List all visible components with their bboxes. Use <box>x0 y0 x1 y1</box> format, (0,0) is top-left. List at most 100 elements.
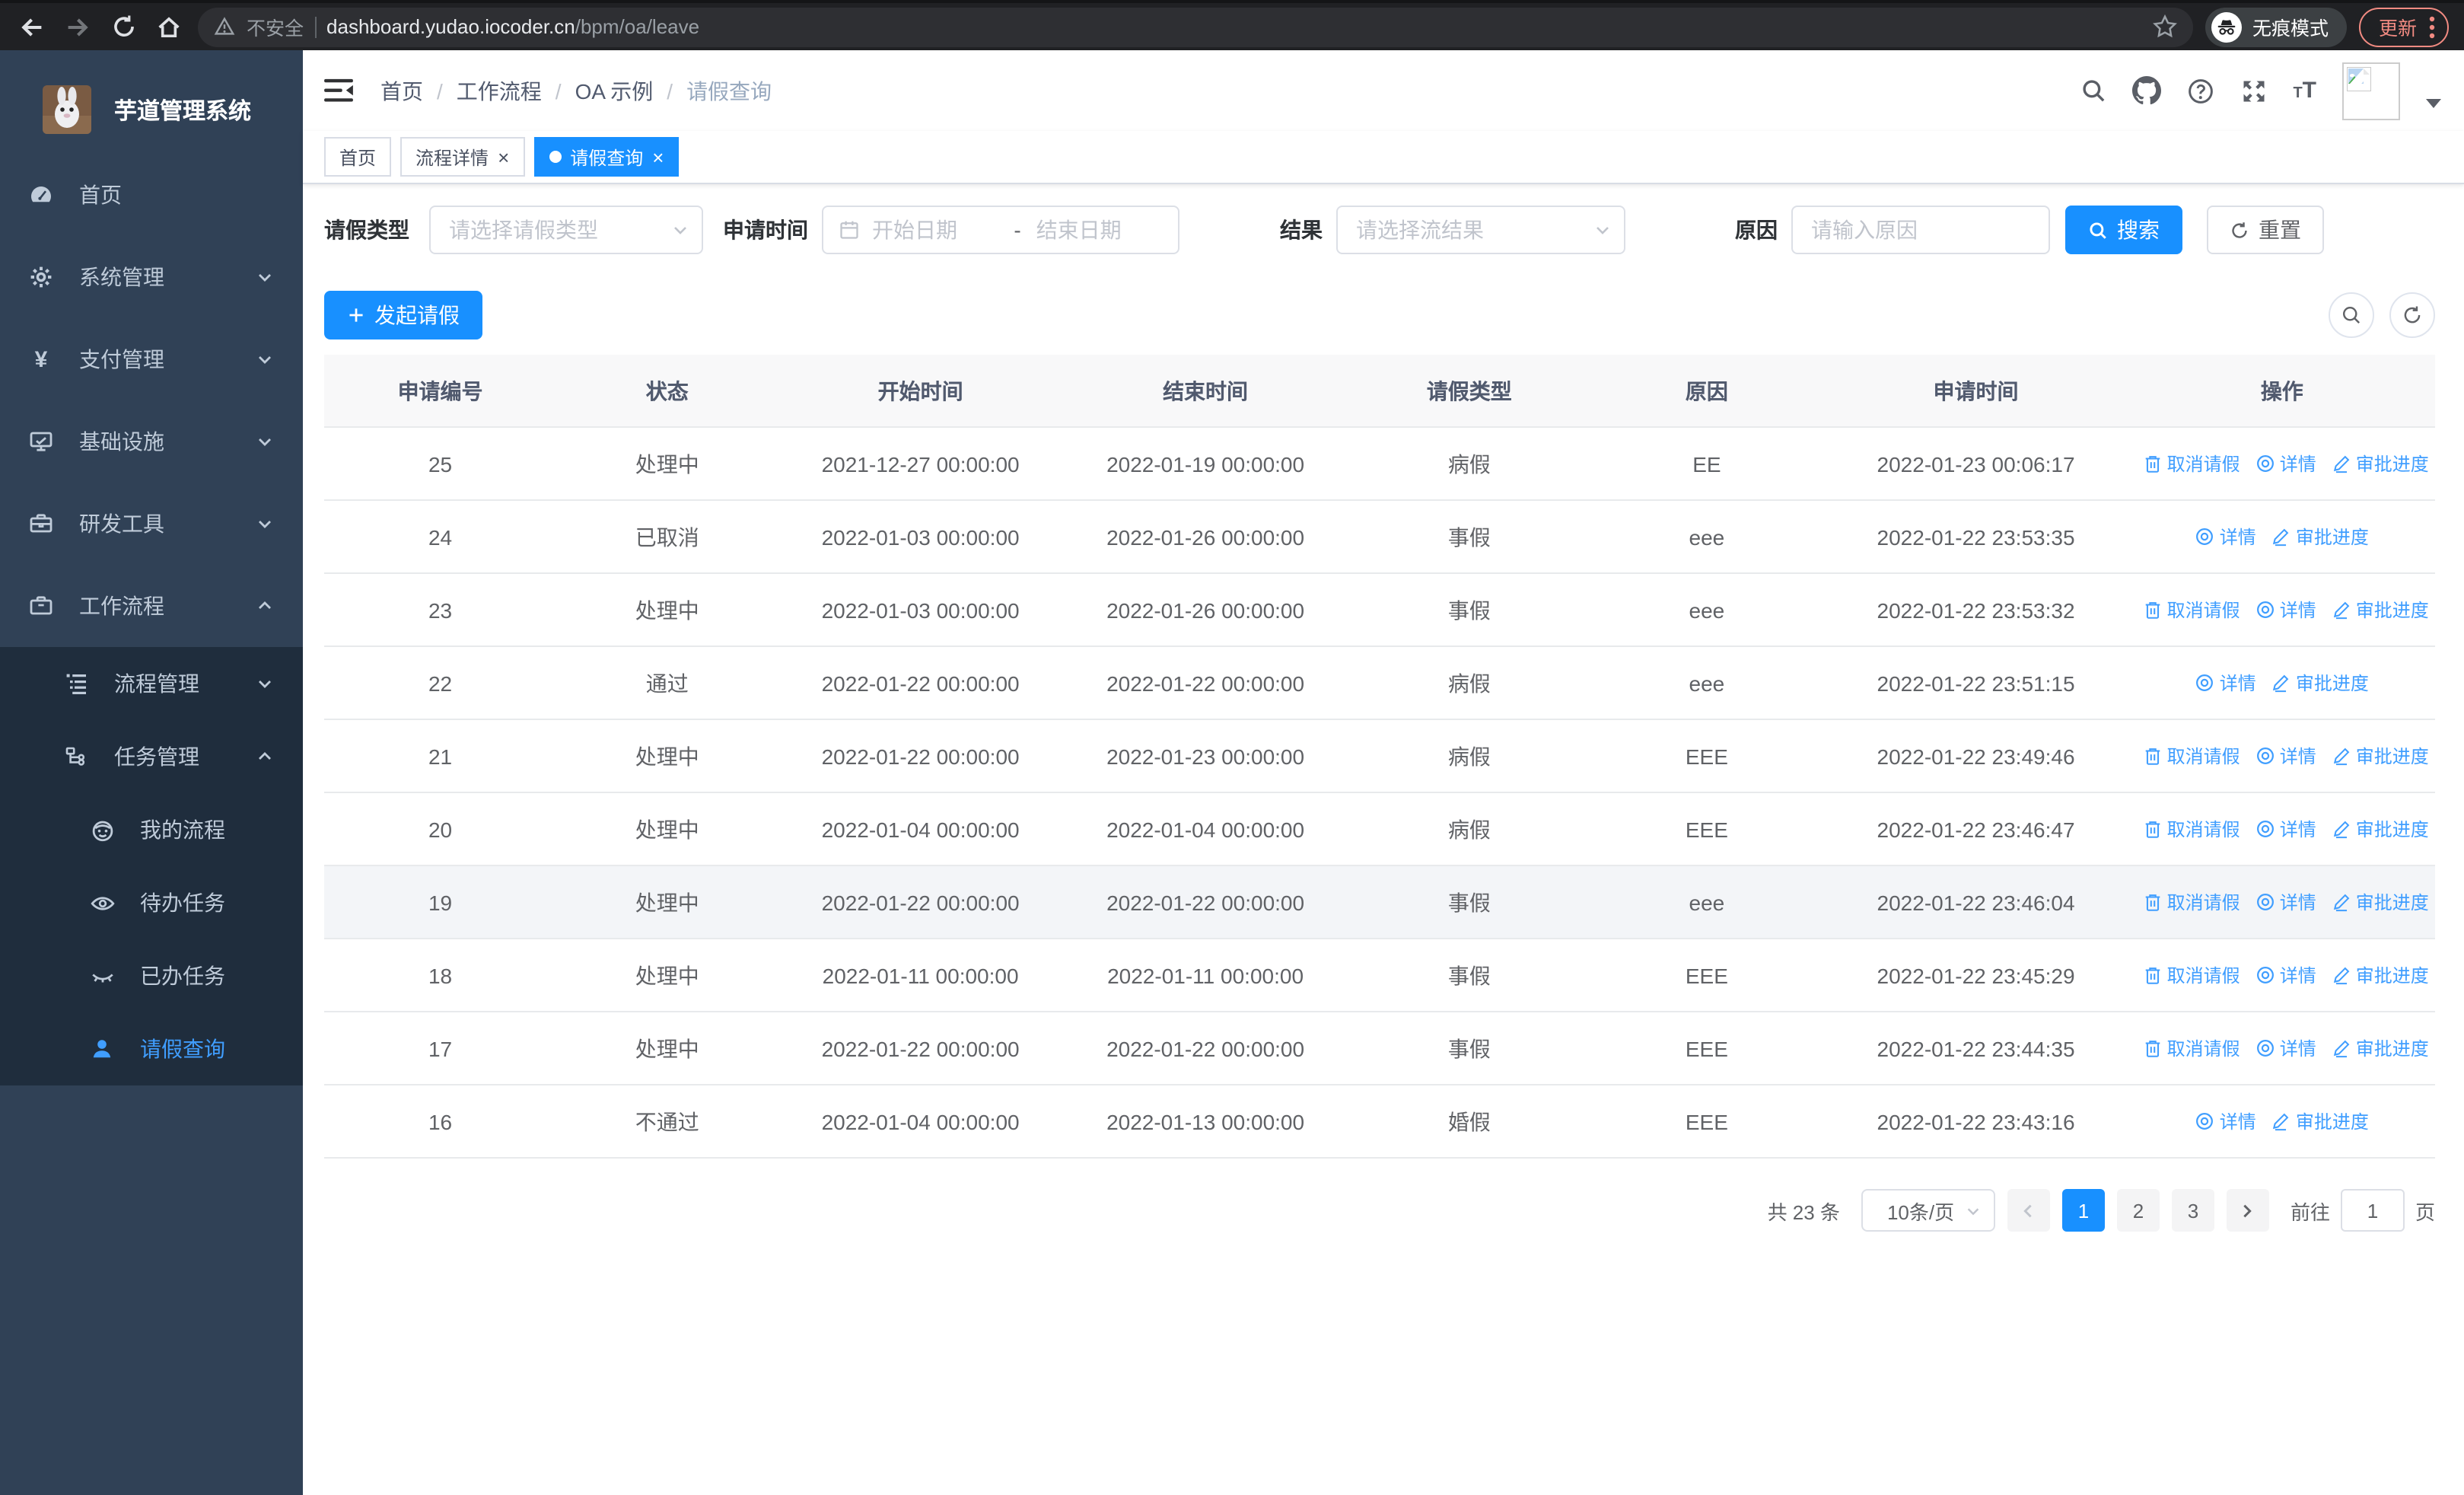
eye-icon <box>88 890 116 916</box>
tab-请假查询[interactable]: 请假查询 × <box>533 137 680 177</box>
refresh-table-icon[interactable] <box>2389 292 2435 338</box>
home-icon[interactable] <box>152 10 186 43</box>
cancel-action-link[interactable]: 取消请假 <box>2143 888 2240 914</box>
address-bar[interactable]: 不安全 dashboard.yudao.iocoder.cn/bpm/oa/le… <box>198 7 2193 46</box>
sidebar-item-payment[interactable]: ¥ 支付管理 <box>0 318 303 400</box>
sidebar-item-my-process[interactable]: 我的流程 <box>0 793 303 866</box>
result-select[interactable]: 请选择流结果 <box>1336 206 1625 254</box>
sidebar-item-label: 待办任务 <box>140 891 225 915</box>
breadcrumb-item[interactable]: 工作流程 <box>457 75 542 106</box>
header-search-icon[interactable] <box>2080 78 2106 104</box>
progress-action-link[interactable]: 审批进度 <box>2332 961 2429 987</box>
cancel-action-link[interactable]: 取消请假 <box>2143 1034 2240 1060</box>
search-button[interactable]: 搜索 <box>2065 206 2182 254</box>
prev-page-icon[interactable] <box>2007 1189 2050 1232</box>
page-button-2[interactable]: 2 <box>2116 1189 2160 1232</box>
hide-search-icon[interactable] <box>2329 292 2374 338</box>
tab-首页[interactable]: 首页 <box>324 137 392 177</box>
browser-menu-button[interactable]: 更新 <box>2358 7 2449 46</box>
detail-action-link[interactable]: 详情 <box>2255 596 2316 622</box>
reload-icon[interactable] <box>107 10 140 43</box>
progress-action-link[interactable]: 审批进度 <box>2271 1108 2369 1133</box>
detail-action-link[interactable]: 详情 <box>2255 888 2316 914</box>
sidebar-item-task-mgmt[interactable]: 任务管理 <box>0 720 303 793</box>
reset-button[interactable]: 重置 <box>2207 206 2324 254</box>
create-leave-button[interactable]: 发起请假 <box>324 291 482 339</box>
progress-action-link[interactable]: 审批进度 <box>2332 742 2429 768</box>
edit-icon <box>2271 672 2291 692</box>
cell-actions: 取消请假 详情 审批进度 <box>2128 865 2435 939</box>
sidebar-item-todo-tasks[interactable]: 待办任务 <box>0 866 303 939</box>
progress-action-link[interactable]: 审批进度 <box>2332 815 2429 841</box>
sidebar-item-process-mgmt[interactable]: 流程管理 <box>0 647 303 720</box>
cancel-action-link[interactable]: 取消请假 <box>2143 961 2240 987</box>
breadcrumb-item[interactable]: 首页 <box>380 75 423 106</box>
sidebar-item-done-tasks[interactable]: 已办任务 <box>0 939 303 1012</box>
close-icon[interactable]: × <box>498 147 509 167</box>
kebab-menu-icon[interactable] <box>2429 14 2435 39</box>
leave-type-select[interactable]: 请选择请假类型 <box>429 206 703 254</box>
detail-action-link[interactable]: 详情 <box>2255 450 2316 476</box>
forward-icon <box>61 10 94 43</box>
detail-action-link[interactable]: 详情 <box>2255 742 2316 768</box>
page-button-3[interactable]: 3 <box>2171 1189 2214 1232</box>
github-icon[interactable] <box>2131 76 2161 105</box>
cell-status: 不通过 <box>556 1085 778 1159</box>
fullscreen-icon[interactable] <box>2240 77 2267 104</box>
sidebar-item-leave-query[interactable]: 请假查询 <box>0 1012 303 1085</box>
cancel-action-link[interactable]: 取消请假 <box>2143 450 2240 476</box>
table-row: 18 处理中 2022-01-11 00:00:00 2022-01-11 00:00… <box>324 939 2435 1012</box>
help-icon[interactable] <box>2186 77 2214 104</box>
security-label[interactable]: 不安全 <box>247 12 304 41</box>
cell-start-time: 2022-01-22 00:00:00 <box>778 719 1063 793</box>
detail-action-link[interactable]: 详情 <box>2255 1034 2316 1060</box>
progress-action-link[interactable]: 审批进度 <box>2271 523 2369 549</box>
eye-closed-icon <box>88 963 116 989</box>
apply-time-range-picker[interactable]: 开始日期 - 结束日期 <box>822 206 1179 254</box>
progress-action-link[interactable]: 审批进度 <box>2332 1034 2429 1060</box>
detail-action-link[interactable]: 详情 <box>2195 1108 2256 1133</box>
avatar-caret-icon[interactable] <box>2426 98 2441 107</box>
progress-action-link[interactable]: 审批进度 <box>2332 450 2429 476</box>
font-size-icon[interactable]: TT <box>2293 79 2316 102</box>
page-size-select[interactable]: 10条/页 <box>1861 1189 1995 1232</box>
detail-action-link[interactable]: 详情 <box>2255 815 2316 841</box>
cancel-action-link[interactable]: 取消请假 <box>2143 596 2240 622</box>
trash-icon <box>2143 599 2163 619</box>
sidebar-item-devtools[interactable]: 研发工具 <box>0 483 303 565</box>
security-warning-icon[interactable] <box>213 15 236 38</box>
next-page-icon[interactable] <box>2226 1189 2269 1232</box>
breadcrumb-item[interactable]: OA 示例 <box>575 75 654 106</box>
cell-end-time: 2022-01-23 00:00:00 <box>1062 719 1348 793</box>
detail-action-link[interactable]: 详情 <box>2255 961 2316 987</box>
avatar[interactable] <box>2342 62 2400 120</box>
tab-流程详情[interactable]: 流程详情 × <box>400 137 525 177</box>
back-icon[interactable] <box>15 10 49 43</box>
navbar-actions: TT <box>2080 62 2441 120</box>
cancel-action-link[interactable]: 取消请假 <box>2143 742 2240 768</box>
view-icon <box>2255 745 2275 765</box>
detail-action-link[interactable]: 详情 <box>2195 523 2256 549</box>
reason-input[interactable]: 请输入原因 <box>1791 206 2050 254</box>
detail-action-link[interactable]: 详情 <box>2195 669 2256 695</box>
progress-action-link[interactable]: 审批进度 <box>2332 596 2429 622</box>
sidebar-toggle-icon[interactable] <box>324 78 353 104</box>
sidebar-item-system[interactable]: 系统管理 <box>0 236 303 318</box>
cancel-action-link[interactable]: 取消请假 <box>2143 815 2240 841</box>
cell-status: 处理中 <box>556 719 778 793</box>
bookmark-star-icon[interactable] <box>2152 14 2178 40</box>
close-icon[interactable]: × <box>652 147 664 167</box>
progress-action-link[interactable]: 审批进度 <box>2271 669 2369 695</box>
cell-reason: EEE <box>1590 792 1823 866</box>
update-label[interactable]: 更新 <box>2379 12 2417 41</box>
sidebar-item-home[interactable]: 首页 <box>0 154 303 236</box>
trash-icon <box>2143 818 2163 838</box>
cell-start-time: 2022-01-04 00:00:00 <box>778 1085 1063 1159</box>
goto-page-input[interactable]: 1 <box>2340 1189 2405 1232</box>
sidebar-item-workflow[interactable]: 工作流程 <box>0 565 303 647</box>
page-button-1[interactable]: 1 <box>2061 1189 2105 1232</box>
url-text[interactable]: dashboard.yudao.iocoder.cn/bpm/oa/leave <box>326 15 2141 38</box>
progress-action-link[interactable]: 审批进度 <box>2332 888 2429 914</box>
cell-start-time: 2022-01-22 00:00:00 <box>778 1012 1063 1085</box>
sidebar-item-infra[interactable]: 基础设施 <box>0 400 303 483</box>
